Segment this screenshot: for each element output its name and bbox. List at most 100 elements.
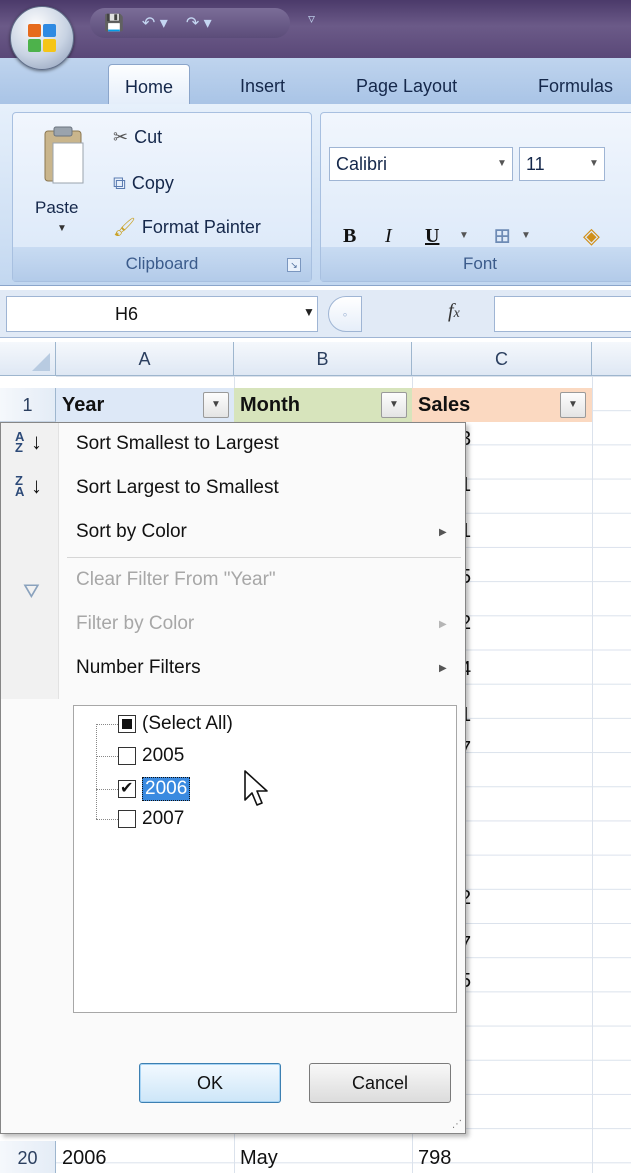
filter-item-label: 2006 <box>142 777 191 801</box>
copy-label: Copy <box>131 173 174 193</box>
font-name-dropdown-icon[interactable]: ▼ <box>492 148 512 180</box>
formula-bar-slider-icon[interactable]: ◦ <box>328 296 362 332</box>
tree-connector <box>96 819 118 820</box>
name-box-dropdown-icon[interactable]: ▼ <box>303 305 315 319</box>
format-painter-button[interactable]: 🖌 Format Painter <box>113 217 261 238</box>
format-painter-label: Format Painter <box>141 217 261 237</box>
clipboard-group: Paste ▼ ✂ Cut ⧉ Copy 🖌 Format Painter Cl… <box>12 112 312 282</box>
header-month-label: Month <box>240 394 300 416</box>
name-box[interactable]: H6 ▼ <box>6 296 318 332</box>
number-filters[interactable]: Number Filters <box>76 653 201 683</box>
year-filter-dropdown-icon[interactable]: ▼ <box>203 392 229 418</box>
tree-connector <box>96 724 118 725</box>
tree-connector <box>96 724 118 819</box>
quick-access-toolbar: 💾 ↶ ▾ ↷ ▾ <box>90 8 290 38</box>
insert-function-icon[interactable]: fx <box>448 300 460 323</box>
customize-toolbar-icon[interactable]: ▿ <box>308 10 315 27</box>
select-all-triangle-icon <box>32 353 50 371</box>
font-size-combo[interactable]: 11 ▼ <box>519 147 605 181</box>
font-group-label: Font <box>321 247 631 281</box>
filter-item-2007[interactable]: 2007 <box>118 805 184 833</box>
clipboard-group-label: Clipboard <box>13 247 311 281</box>
column-header-b[interactable]: B <box>234 342 412 376</box>
name-box-value: H6 <box>115 304 139 324</box>
paste-button[interactable]: Paste <box>35 198 78 218</box>
ok-button[interactable]: OK <box>139 1063 281 1103</box>
formula-input[interactable] <box>494 296 631 332</box>
cut-label: Cut <box>134 127 163 147</box>
paste-dropdown-icon[interactable]: ▼ <box>57 223 67 234</box>
menu-icon-strip <box>1 423 59 699</box>
tab-formulas[interactable]: Formulas <box>538 76 613 97</box>
filter-item-label: 2005 <box>142 745 185 766</box>
filter-item-2006[interactable]: 2006 <box>118 775 191 803</box>
sort-ascending-icon: AZ <box>15 429 25 455</box>
column-header-c[interactable]: C <box>412 342 592 376</box>
ribbon: Paste ▼ ✂ Cut ⧉ Copy 🖌 Format Painter Cl… <box>0 104 631 286</box>
copy-icon: ⧉ <box>113 173 126 193</box>
cell-b20[interactable]: May <box>234 1141 412 1173</box>
header-cell-year[interactable]: Year ▼ <box>56 388 234 422</box>
submenu-arrow-icon: ▶ <box>439 527 447 538</box>
header-cell-month[interactable]: Month ▼ <box>234 388 412 422</box>
font-name-value: Calibri <box>336 154 388 174</box>
font-name-combo[interactable]: Calibri ▼ <box>329 147 513 181</box>
sort-descending-icon: ZA <box>15 473 25 499</box>
tab-home[interactable]: Home <box>108 64 191 106</box>
sort-descending-arrow-icon: ↓ <box>31 473 42 498</box>
header-year-label: Year <box>62 394 105 416</box>
sales-filter-dropdown-icon[interactable]: ▼ <box>560 392 586 418</box>
checkbox-partial-icon[interactable] <box>118 715 136 733</box>
clipboard-dialog-launcher-icon[interactable]: ↘ <box>287 258 301 272</box>
sort-by-color[interactable]: Sort by Color <box>76 517 187 547</box>
save-icon[interactable]: 💾 <box>104 13 124 33</box>
font-size-dropdown-icon[interactable]: ▼ <box>584 148 604 180</box>
font-size-value: 11 <box>526 154 545 174</box>
tab-insert[interactable]: Insert <box>240 76 285 97</box>
scissors-icon: ✂ <box>113 127 129 147</box>
cell-a20[interactable]: 2006 <box>56 1141 234 1173</box>
header-cell-sales[interactable]: Sales ▼ <box>412 388 592 422</box>
formula-bar: H6 ▼ ◦ fx <box>0 290 631 338</box>
month-filter-dropdown-icon[interactable]: ▼ <box>381 392 407 418</box>
cell-c20[interactable]: 798 <box>412 1141 592 1173</box>
submenu-arrow-icon: ▶ <box>439 619 447 630</box>
mouse-cursor-icon <box>244 770 268 806</box>
column-header-a[interactable]: A <box>56 342 234 376</box>
cancel-button[interactable]: Cancel <box>309 1063 451 1103</box>
redo-icon[interactable]: ↷ ▾ <box>186 13 212 33</box>
tab-page-layout[interactable]: Page Layout <box>356 76 457 97</box>
paste-icon[interactable] <box>41 125 87 187</box>
checkbox-checked-icon[interactable] <box>118 778 136 798</box>
sort-ascending-arrow-icon: ↓ <box>31 429 42 454</box>
column-divider <box>592 376 593 1173</box>
cut-button[interactable]: ✂ Cut <box>113 127 162 148</box>
checkbox-unchecked-icon[interactable] <box>118 810 136 828</box>
submenu-arrow-icon: ▶ <box>439 663 447 674</box>
font-group: Calibri ▼ 11 ▼ B I U ▼ ⊞ ▼ ◈ Font <box>320 112 631 282</box>
resize-grip-icon[interactable]: ⋰ <box>452 1119 462 1130</box>
filter-values-list[interactable]: (Select All) 2005 2006 2007 <box>73 705 457 1013</box>
tree-connector <box>96 789 118 790</box>
paintbrush-icon: 🖌 <box>113 217 136 237</box>
title-bar: 💾 ↶ ▾ ↷ ▾ ▿ <box>0 0 631 58</box>
sort-largest-to-smallest[interactable]: Sort Largest to Smallest <box>76 473 279 503</box>
checkbox-unchecked-icon[interactable] <box>118 747 136 765</box>
clear-filter-icon: ⛛ <box>23 581 40 603</box>
header-sales-label: Sales <box>418 394 471 416</box>
copy-button[interactable]: ⧉ Copy <box>113 173 174 194</box>
ribbon-tabs: Home Insert Page Layout Formulas <box>0 58 631 106</box>
undo-icon[interactable]: ↶ ▾ <box>142 13 168 33</box>
sort-smallest-to-largest[interactable]: Sort Smallest to Largest <box>76 429 279 459</box>
office-logo-icon <box>28 24 58 54</box>
filter-item-2005[interactable]: 2005 <box>118 742 184 770</box>
filter-by-color: Filter by Color <box>76 613 195 634</box>
clear-filter-from-year: Clear Filter From "Year" <box>76 569 276 590</box>
filter-item-select-all[interactable]: (Select All) <box>118 710 233 738</box>
filter-item-label: 2007 <box>142 808 185 829</box>
select-all-corner[interactable] <box>0 342 56 376</box>
menu-separator <box>67 557 461 558</box>
office-button[interactable] <box>10 6 74 70</box>
row-header-1[interactable]: 1 <box>0 388 56 422</box>
row-header-20[interactable]: 20 <box>0 1141 56 1173</box>
